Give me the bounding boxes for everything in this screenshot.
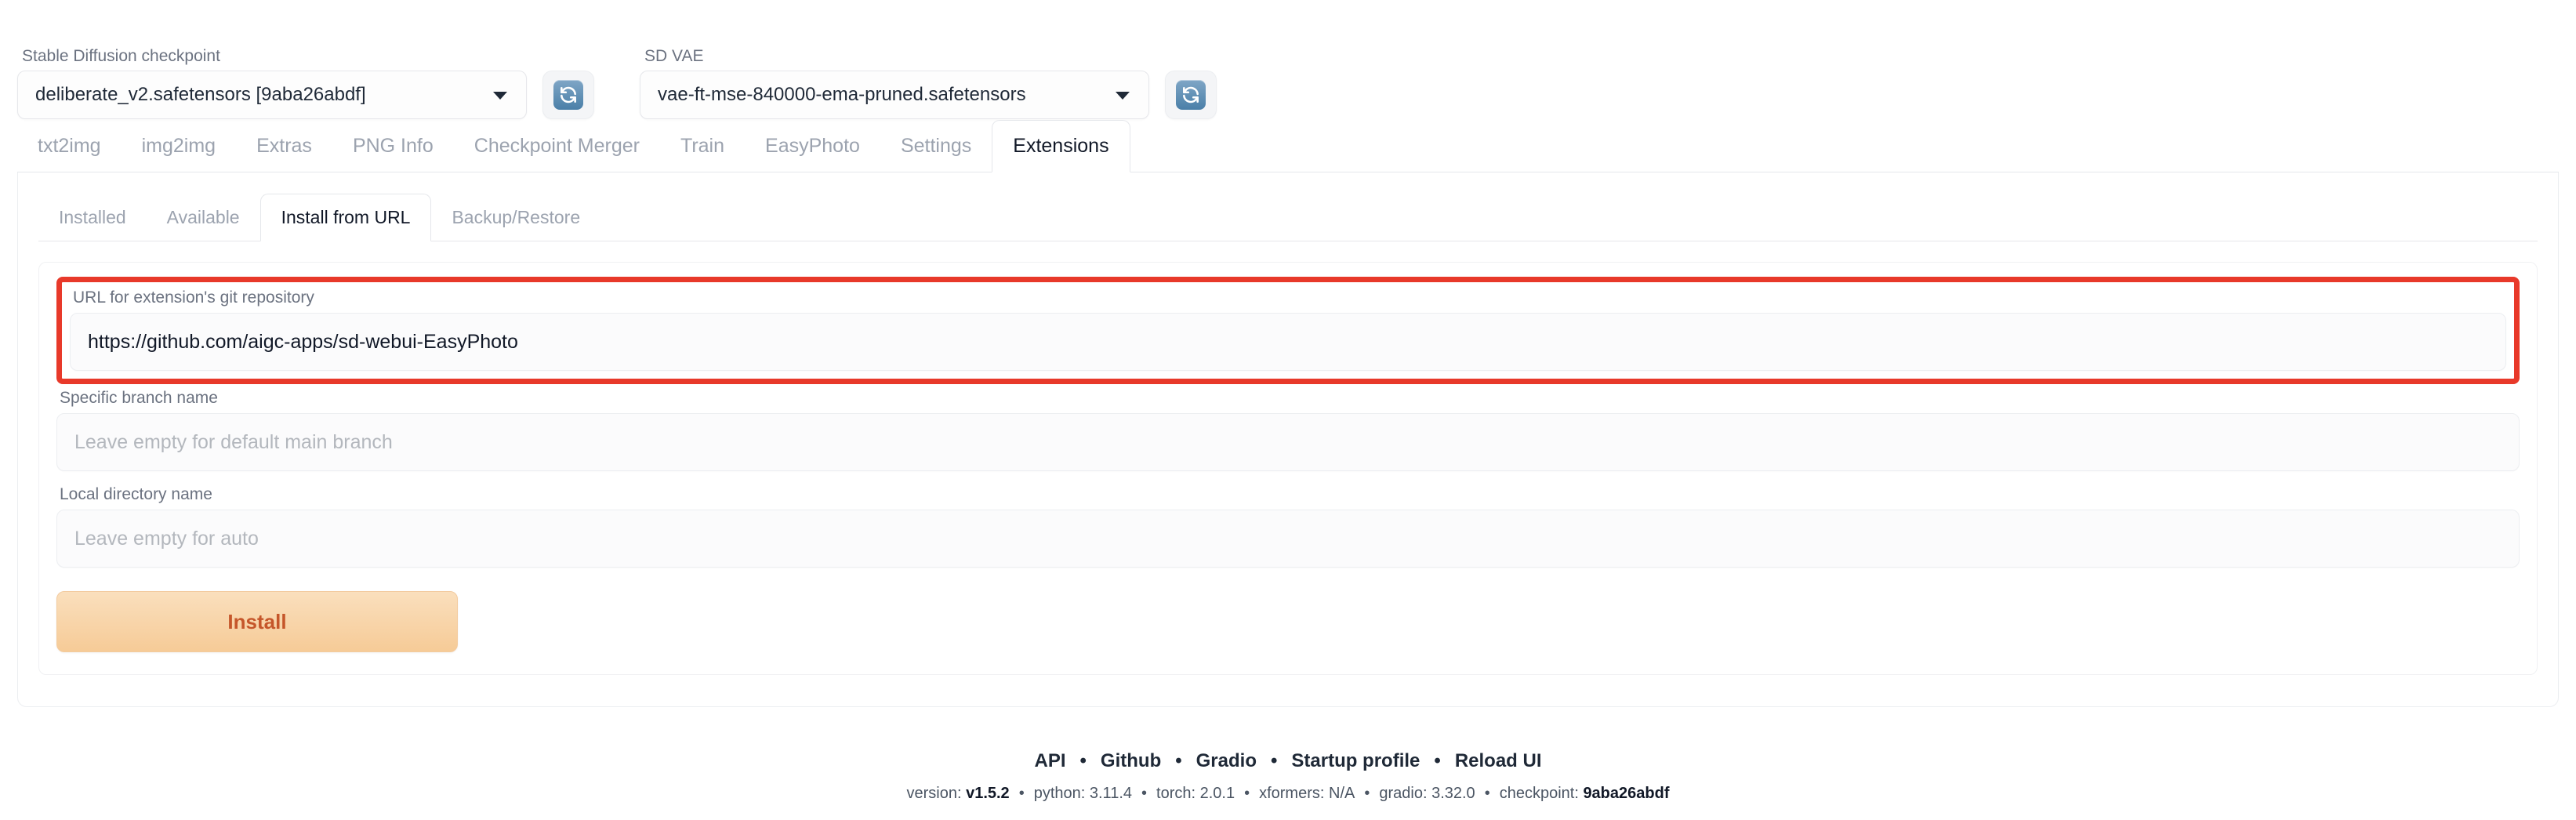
footer-link-reload-ui[interactable]: Reload UI: [1455, 750, 1542, 771]
footer-link-api[interactable]: API: [1035, 750, 1066, 771]
version-key: version:: [906, 785, 967, 802]
version-value: 3.11.4: [1089, 785, 1132, 802]
vae-dropdown[interactable]: vae-ft-mse-840000-ema-pruned.safetensors: [640, 71, 1149, 119]
branch-input-placeholder: Leave empty for default main branch: [74, 430, 393, 453]
version-separator: •: [1141, 785, 1148, 802]
footer-link-startup-profile[interactable]: Startup profile: [1291, 750, 1420, 771]
refresh-icon: [1176, 80, 1206, 110]
checkpoint-value: deliberate_v2.safetensors [9aba26abdf]: [35, 84, 366, 105]
footer-separator: •: [1079, 750, 1087, 771]
vae-label: SD VAE: [644, 46, 704, 65]
vae-field-group: SD VAE vae-ft-mse-840000-ema-pruned.safe…: [640, 47, 1149, 119]
footer-link-gradio[interactable]: Gradio: [1196, 750, 1257, 771]
checkpoint-field-group: Stable Diffusion checkpoint deliberate_v…: [17, 47, 527, 119]
branch-label: Specific branch name: [60, 389, 218, 408]
version-separator: •: [1244, 785, 1250, 802]
tab-checkpoint-merger[interactable]: Checkpoint Merger: [454, 120, 660, 172]
url-label: URL for extension's git repository: [73, 288, 314, 307]
extensions-panel: Installed Available Install from URL Backup…: [17, 172, 2559, 707]
local-directory-input[interactable]: Leave empty for auto: [56, 510, 2520, 568]
refresh-icon: [553, 80, 583, 110]
tab-txt2img[interactable]: txt2img: [17, 120, 122, 172]
install-button[interactable]: Install: [56, 591, 458, 653]
version-key: xformers:: [1259, 785, 1329, 802]
branch-input[interactable]: Leave empty for default main branch: [56, 413, 2520, 472]
local-directory-label: Local directory name: [60, 485, 212, 504]
chevron-down-icon: [1116, 92, 1130, 100]
checkpoint-label: Stable Diffusion checkpoint: [22, 46, 220, 65]
version-value: 9aba26abdf: [1583, 785, 1670, 802]
version-key: torch:: [1156, 785, 1200, 802]
footer-link-github[interactable]: Github: [1101, 750, 1161, 771]
version-key: checkpoint:: [1499, 785, 1584, 802]
version-key: python:: [1033, 785, 1090, 802]
tab-png-info[interactable]: PNG Info: [332, 120, 454, 172]
tab-easyphoto[interactable]: EasyPhoto: [745, 120, 880, 172]
footer: API • Github • Gradio • Startup profile • Reload…: [0, 750, 2576, 803]
url-field-highlight: URL for extension's git repository https…: [56, 277, 2520, 385]
footer-links: API • Github • Gradio • Startup profile • Reload…: [0, 750, 2576, 772]
refresh-vae-button[interactable]: [1165, 71, 1217, 119]
tab-img2img[interactable]: img2img: [122, 120, 236, 172]
version-key: gradio:: [1379, 785, 1432, 802]
version-separator: •: [1364, 785, 1370, 802]
checkpoint-dropdown[interactable]: deliberate_v2.safetensors [9aba26abdf]: [17, 71, 527, 119]
subtab-available[interactable]: Available: [147, 194, 260, 241]
footer-separator: •: [1270, 750, 1278, 771]
refresh-checkpoint-button[interactable]: [542, 71, 594, 119]
form-spacer: [56, 471, 2520, 485]
url-input[interactable]: https://github.com/aigc-apps/sd-webui-Ea…: [70, 313, 2506, 372]
main-tab-bar: txt2img img2img Extras PNG Info Checkpoint M…: [17, 119, 2559, 172]
subtab-backup-restore[interactable]: Backup/Restore: [431, 194, 600, 241]
chevron-down-icon: [493, 92, 507, 100]
tab-extras[interactable]: Extras: [236, 120, 332, 172]
tab-settings[interactable]: Settings: [880, 120, 992, 172]
tab-train[interactable]: Train: [660, 120, 745, 172]
version-value: N/A: [1329, 785, 1355, 802]
url-input-value: https://github.com/aigc-apps/sd-webui-Ea…: [88, 330, 518, 353]
version-separator: •: [1484, 785, 1490, 802]
version-value: 3.32.0: [1431, 785, 1475, 802]
model-toolbar: Stable Diffusion checkpoint deliberate_v…: [0, 0, 2576, 119]
vae-value: vae-ft-mse-840000-ema-pruned.safetensors: [658, 84, 1026, 105]
footer-separator: •: [1434, 750, 1441, 771]
subtab-installed[interactable]: Installed: [38, 194, 147, 241]
subtab-install-from-url[interactable]: Install from URL: [259, 194, 432, 241]
tab-extensions[interactable]: Extensions: [992, 120, 1130, 172]
version-value: v1.5.2: [966, 785, 1010, 802]
extensions-sub-tab-bar: Installed Available Install from URL Backup…: [38, 193, 2538, 241]
local-directory-input-placeholder: Leave empty for auto: [74, 527, 259, 550]
footer-separator: •: [1175, 750, 1182, 771]
version-separator: •: [1018, 785, 1025, 802]
footer-version-line: version: v1.5.2 • python: 3.11.4 • torch: 2.…: [0, 785, 2576, 803]
version-value: 2.0.1: [1199, 785, 1235, 802]
install-from-url-form: URL for extension's git repository https…: [38, 262, 2538, 676]
